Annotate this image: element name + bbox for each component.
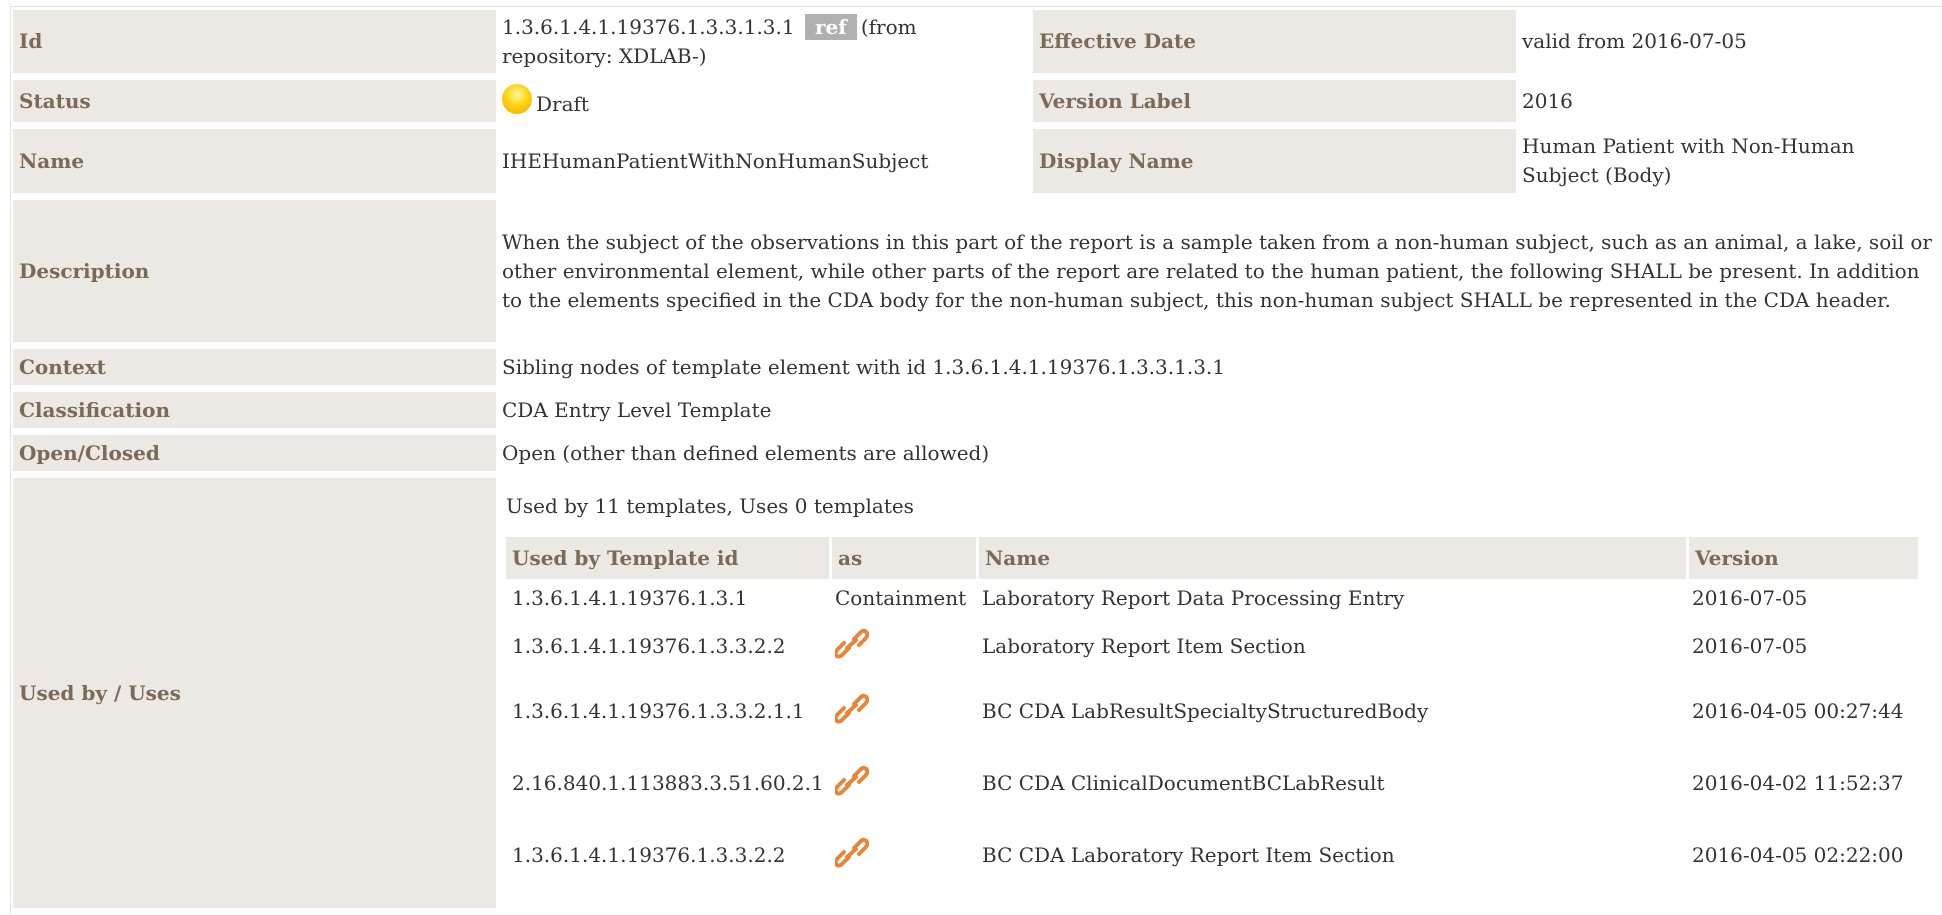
template-name-cell[interactable]: Laboratory Report Data Processing Entry	[976, 579, 1686, 617]
template-id-cell[interactable]: 1.3.6.1.4.1.19376.1.3.3.2.2	[506, 819, 829, 891]
id-value[interactable]: 1.3.6.1.4.1.19376.1.3.3.1.3.1	[502, 15, 795, 39]
version-cell: 2016-04-05 02:22:00	[1692, 842, 1904, 867]
version-cell: 2016-07-05	[1692, 585, 1808, 610]
template-id-cell[interactable]: 1.3.6.1.4.1.19376.1.3.3.2.1.1	[506, 675, 829, 747]
id-label: Id	[13, 10, 496, 73]
template-detail-page: Id 1.3.6.1.4.1.19376.1.3.3.1.3.1 ref (fro…	[0, 0, 1942, 914]
link-icon[interactable]	[835, 628, 869, 660]
link-icon[interactable]	[835, 765, 869, 797]
context-value: Sibling nodes of template element with i…	[496, 349, 1942, 385]
table-row: 1.3.6.1.4.1.19376.1.3.3.2.1.1 BC CDA Lab…	[506, 675, 1918, 747]
version-label-value: 2016	[1516, 80, 1942, 122]
context-label: Context	[13, 349, 496, 385]
template-name-cell[interactable]: BC CDA LabResultSpecialtyStructuredBody	[976, 675, 1686, 747]
used-by-cell: Used by 11 templates, Uses 0 templates U…	[496, 478, 1942, 908]
table-row: 1.3.6.1.4.1.19376.1.3.1 Containment Labo…	[506, 579, 1918, 617]
used-by-table: Used by Template id as Name Version 1.3.…	[506, 537, 1918, 891]
template-name-cell[interactable]: Laboratory Report Item Section	[976, 617, 1686, 675]
as-cell	[829, 675, 976, 747]
display-name-value: Human Patient with Non-Human Subject (Bo…	[1516, 129, 1942, 193]
version-cell: 2016-07-05	[1692, 633, 1808, 658]
template-name-cell[interactable]: BC CDA Laboratory Report Item Section	[976, 819, 1686, 891]
col-header-as[interactable]: as	[829, 537, 976, 579]
table-row: 1.3.6.1.4.1.19376.1.3.3.2.2	[506, 819, 1918, 891]
col-header-version[interactable]: Version	[1686, 537, 1918, 579]
as-cell	[829, 617, 976, 675]
left-border	[10, 6, 11, 914]
as-cell	[829, 747, 976, 819]
row-open-closed: Open/Closed Open (other than defined ele…	[13, 435, 1942, 471]
effective-date-value: valid from 2016-07-05	[1516, 10, 1942, 73]
version-label-label: Version Label	[1033, 80, 1516, 122]
row-id-effective: Id 1.3.6.1.4.1.19376.1.3.3.1.3.1 ref (fro…	[13, 10, 1942, 73]
display-name-label: Display Name	[1033, 129, 1516, 193]
open-closed-value: Open (other than defined elements are al…	[496, 435, 1942, 471]
col-header-template-id[interactable]: Used by Template id	[506, 537, 829, 579]
open-closed-label: Open/Closed	[13, 435, 496, 471]
classification-value: CDA Entry Level Template	[496, 392, 1942, 428]
id-value-cell: 1.3.6.1.4.1.19376.1.3.3.1.3.1 ref (from r…	[496, 10, 1033, 73]
row-description: Description When the subject of the obse…	[13, 200, 1942, 342]
row-used-by: Used by / Uses Used by 11 templates, Use…	[13, 478, 1942, 908]
link-icon[interactable]	[835, 837, 869, 869]
as-cell	[829, 819, 976, 891]
col-header-name[interactable]: Name	[976, 537, 1686, 579]
template-id-cell[interactable]: 1.3.6.1.4.1.19376.1.3.1	[506, 579, 829, 617]
used-by-label: Used by / Uses	[13, 478, 496, 908]
name-label: Name	[13, 129, 496, 193]
name-value: IHEHumanPatientWithNonHumanSubject	[496, 129, 1033, 193]
status-value-cell: Draft	[496, 80, 1033, 122]
row-name-display: Name IHEHumanPatientWithNonHumanSubject …	[13, 129, 1942, 193]
row-context: Context Sibling nodes of template elemen…	[13, 349, 1942, 385]
template-name-cell[interactable]: BC CDA ClinicalDocumentBCLabResult	[976, 747, 1686, 819]
version-cell: 2016-04-05 00:27:44	[1692, 698, 1904, 723]
table-row: 2.16.840.1.113883.3.51.60.2.1 BC CDA Cli…	[506, 747, 1918, 819]
ref-badge: ref	[804, 13, 857, 40]
used-by-header-row: Used by Template id as Name Version	[506, 537, 1918, 579]
link-icon[interactable]	[835, 693, 869, 725]
template-id-cell[interactable]: 1.3.6.1.4.1.19376.1.3.3.2.2	[506, 617, 829, 675]
description-label: Description	[13, 200, 496, 342]
used-by-summary: Used by 11 templates, Uses 0 templates	[506, 494, 914, 518]
row-classification: Classification CDA Entry Level Template	[13, 392, 1942, 428]
table-row: 1.3.6.1.4.1.19376.1.3.3.2.2	[506, 617, 1918, 675]
row-status-version: Status Draft Version Label 2016	[13, 80, 1942, 122]
draft-status-icon	[502, 83, 532, 114]
template-id-cell[interactable]: 2.16.840.1.113883.3.51.60.2.1	[506, 747, 829, 819]
status-label: Status	[13, 80, 496, 122]
effective-date-label: Effective Date	[1033, 10, 1516, 73]
template-properties-table: Id 1.3.6.1.4.1.19376.1.3.3.1.3.1 ref (fro…	[13, 3, 1942, 915]
description-value: When the subject of the observations in …	[496, 200, 1942, 342]
status-value: Draft	[536, 91, 589, 116]
as-cell: Containment	[835, 585, 967, 610]
version-cell: 2016-04-02 11:52:37	[1692, 770, 1904, 795]
classification-label: Classification	[13, 392, 496, 428]
